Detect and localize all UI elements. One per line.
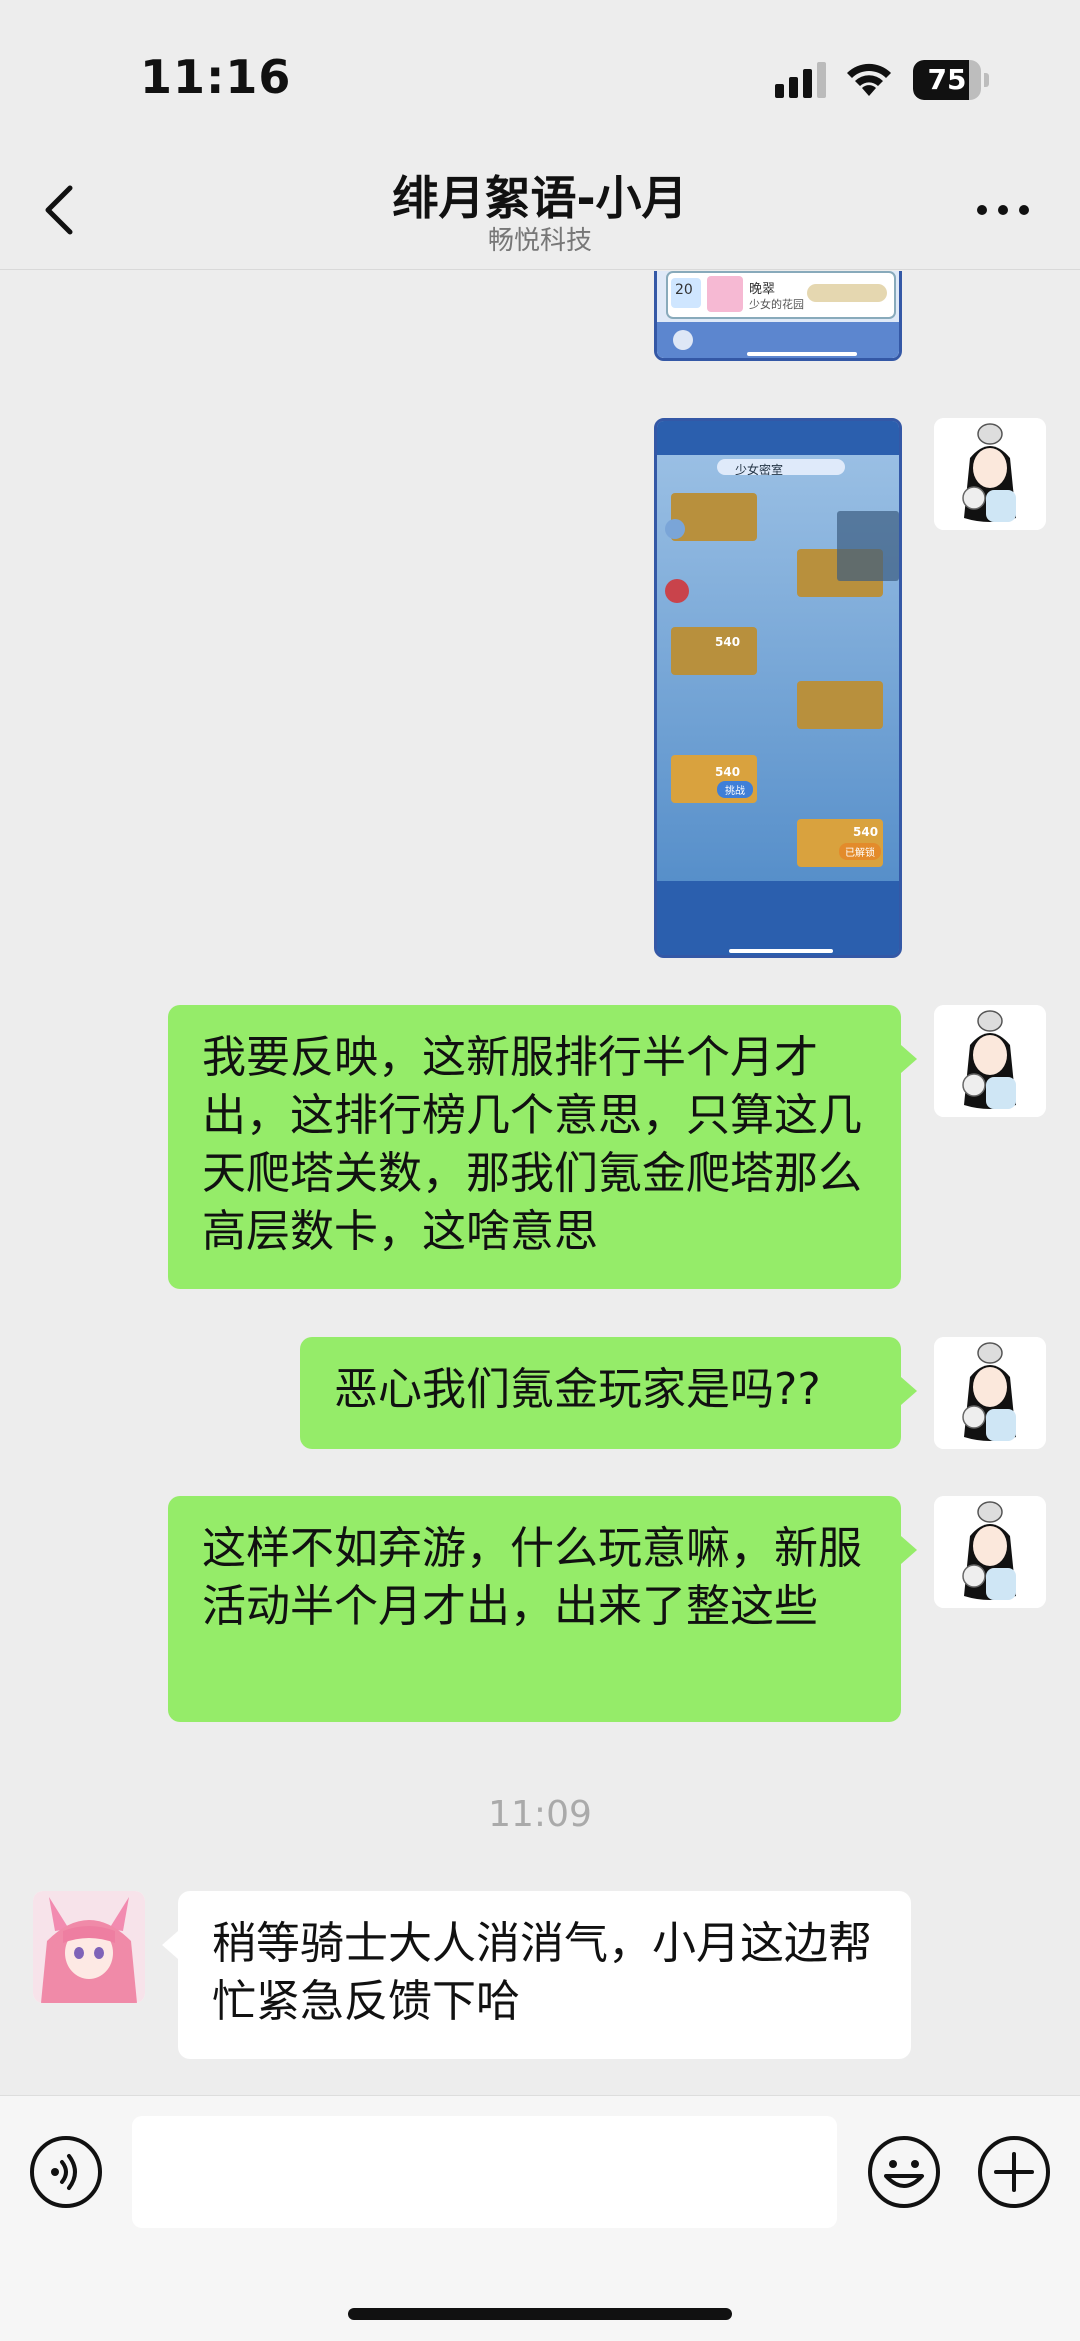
challenge-button: 挑战 bbox=[717, 781, 753, 798]
pink-hair-girl-avatar-icon bbox=[33, 1891, 145, 2003]
my-avatar[interactable] bbox=[934, 418, 1046, 530]
voice-input-icon[interactable] bbox=[28, 2134, 104, 2210]
game-score-a: 540 bbox=[715, 765, 741, 779]
input-bar bbox=[0, 2095, 1080, 2341]
unlocked-label: 已解锁 bbox=[839, 843, 881, 860]
bubble-tail bbox=[162, 1931, 178, 1959]
contact-avatar[interactable] bbox=[33, 1891, 145, 2003]
message-bubble-sent[interactable]: 恶心我们氪金玩家是吗?? bbox=[300, 1337, 901, 1449]
home-indicator[interactable] bbox=[348, 2308, 732, 2320]
status-time: 11:16 bbox=[140, 50, 292, 104]
message-list[interactable]: 20 晚翠 少女的花园 少女密室 540 挑战 540 已解锁 540 我要反映… bbox=[0, 271, 1080, 2095]
game-name2: 少女的花园 bbox=[749, 298, 804, 311]
game-screenshot-icon bbox=[657, 271, 899, 358]
image-message-partial[interactable]: 20 晚翠 少女的花园 bbox=[654, 271, 902, 361]
more-options-icon[interactable] bbox=[975, 200, 1031, 220]
girl-with-cats-avatar-icon bbox=[934, 1496, 1046, 1608]
chat-subtitle: 畅悦科技 bbox=[487, 226, 592, 256]
bubble-tail bbox=[901, 1536, 917, 1564]
chat-title: 绯月絮语-小月 bbox=[392, 171, 688, 225]
message-bubble-sent[interactable]: 这样不如弃游，什么玩意嘛，新服活动半个月才出，出来了整这些 bbox=[168, 1496, 901, 1722]
status-bar: 11:16 75 bbox=[0, 0, 1080, 150]
image-message-game[interactable]: 少女密室 540 挑战 540 已解锁 540 bbox=[654, 418, 902, 958]
game-title: 少女密室 bbox=[735, 463, 784, 477]
plus-icon[interactable] bbox=[976, 2134, 1052, 2210]
my-avatar[interactable] bbox=[934, 1496, 1046, 1608]
girl-with-cats-avatar-icon bbox=[934, 418, 1046, 530]
cellular-signal-icon bbox=[775, 62, 826, 98]
girl-with-cats-avatar-icon bbox=[934, 1005, 1046, 1117]
girl-with-cats-avatar-icon bbox=[934, 1337, 1046, 1449]
message-bubble-received[interactable]: 稍等骑士大人消消气，小月这边帮忙紧急反馈下哈 bbox=[178, 1891, 911, 2059]
game-score-b: 540 bbox=[853, 825, 879, 839]
message-bubble-sent[interactable]: 我要反映，这新服排行半个月才出，这排行榜几个意思，只算这几天爬塔关数，那我们氪金… bbox=[168, 1005, 901, 1289]
game-name1: 晚翠 bbox=[749, 282, 776, 297]
message-input[interactable] bbox=[132, 2116, 837, 2228]
bubble-tail bbox=[901, 1377, 917, 1405]
wifi-icon bbox=[847, 63, 891, 96]
game-screenshot-icon bbox=[657, 421, 899, 955]
bubble-tail bbox=[901, 1045, 917, 1073]
game-level: 20 bbox=[675, 282, 693, 298]
my-avatar[interactable] bbox=[934, 1337, 1046, 1449]
emoji-icon[interactable] bbox=[866, 2134, 942, 2210]
battery-level-text: 75 bbox=[927, 63, 967, 96]
message-timestamp: 11:09 bbox=[488, 1794, 592, 1835]
chat-header: 绯月絮语-小月 畅悦科技 bbox=[0, 150, 1080, 270]
battery-icon: 75 bbox=[913, 60, 989, 100]
my-avatar[interactable] bbox=[934, 1005, 1046, 1117]
game-score-c: 540 bbox=[715, 635, 741, 649]
